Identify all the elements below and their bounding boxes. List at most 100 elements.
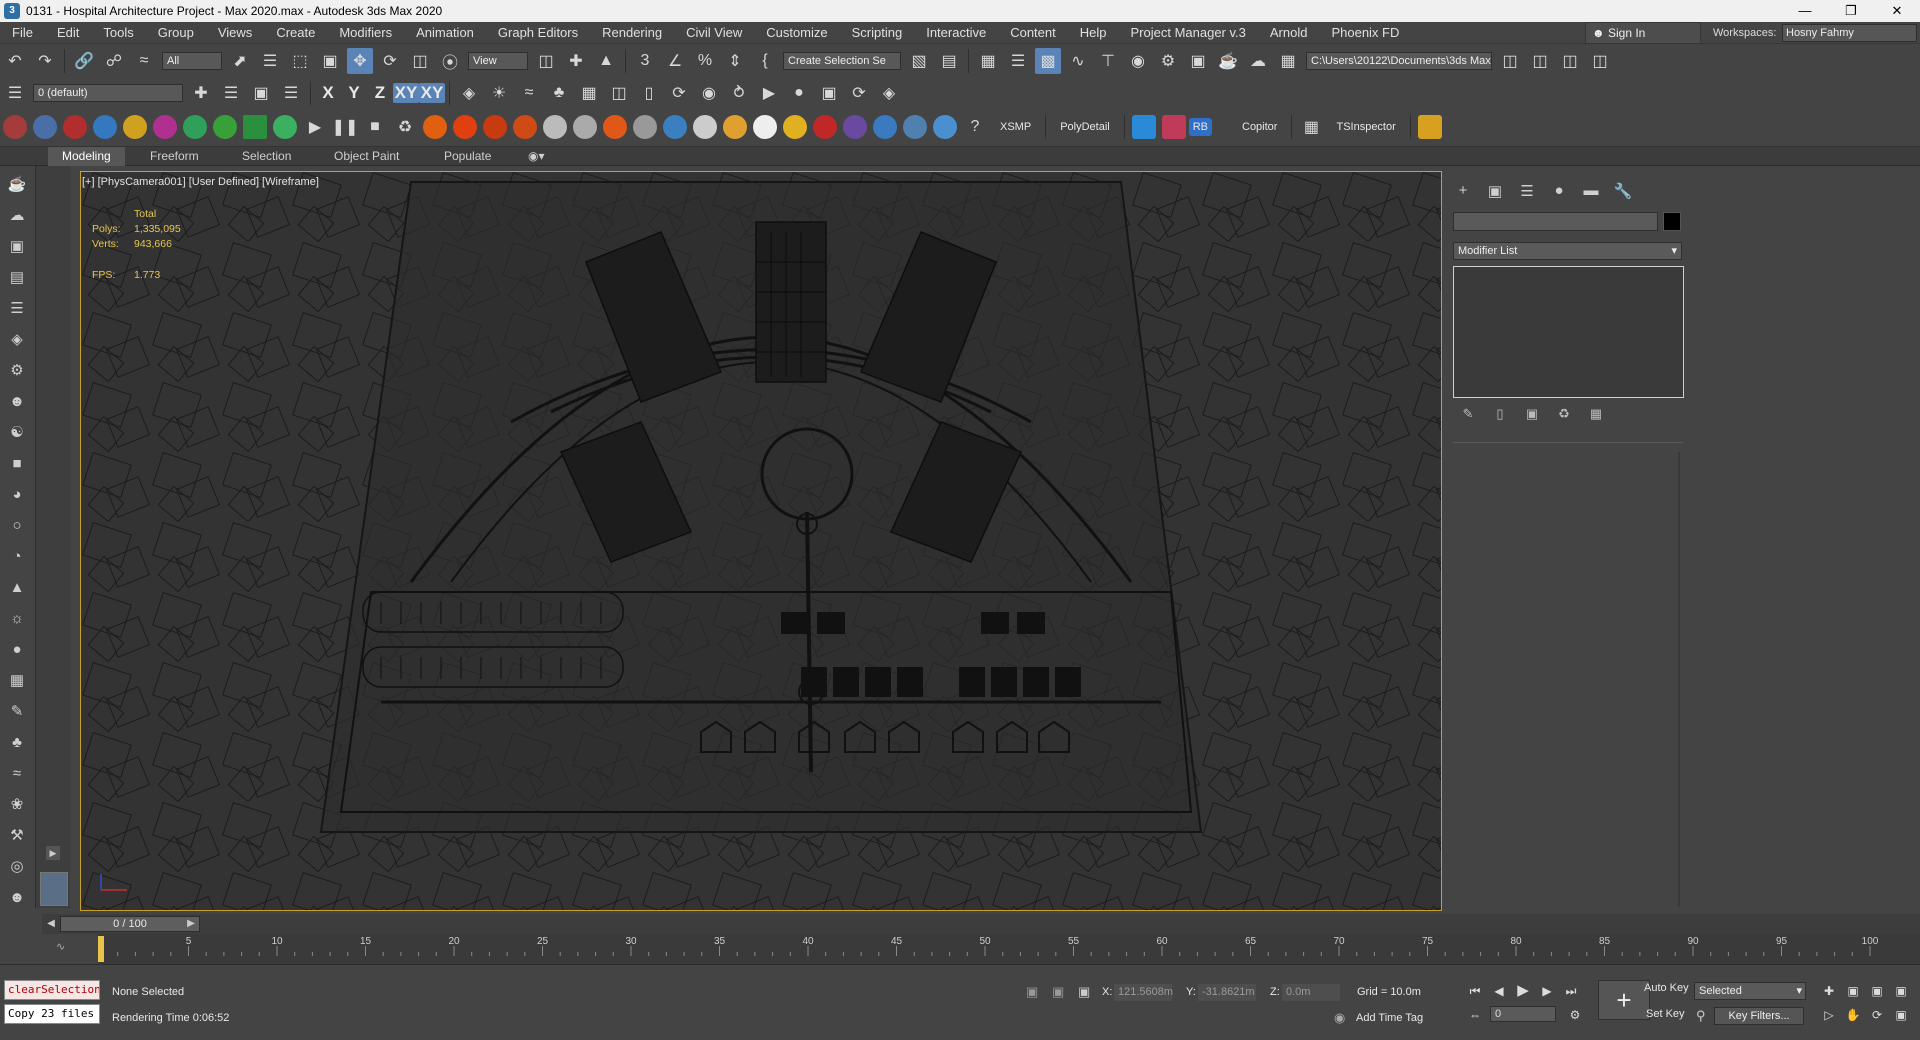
selection-filter-dropdown[interactable]: All [162, 52, 222, 70]
zoom-extents-all-icon[interactable]: ▣ [1892, 982, 1910, 1000]
tree-icon[interactable]: ♣ [546, 80, 572, 106]
viewport-label[interactable]: [+] [PhysCamera001] [User Defined] [Wire… [82, 176, 319, 188]
make-unique-icon[interactable]: ▣ [1522, 406, 1542, 424]
next-frame-icon[interactable]: ▶ [1538, 982, 1556, 1000]
viewport[interactable] [80, 171, 1442, 911]
add-to-layer-icon[interactable]: ✚ [188, 80, 214, 106]
axis-xy-alt-button[interactable]: XY [419, 83, 445, 103]
sun-icon[interactable]: ☀ [486, 80, 512, 106]
leaf-icon[interactable]: ❀ [4, 791, 30, 817]
add-time-tag[interactable]: Add Time Tag [1356, 1012, 1423, 1024]
pan-view-icon[interactable]: ✋ [1844, 1006, 1862, 1024]
create-tab-icon[interactable]: + [1452, 182, 1474, 202]
default-in-out-tangents-icon[interactable]: + [1598, 980, 1650, 1020]
play-animation-icon[interactable]: ▶ [1514, 982, 1532, 1000]
smoke-icon[interactable] [543, 115, 567, 139]
globe-icon[interactable]: ◎ [4, 853, 30, 879]
auto-key-button[interactable]: Auto Key [1644, 982, 1689, 994]
maximize-button[interactable]: ❐ [1828, 0, 1874, 22]
configure-sets-icon[interactable]: ▦ [1586, 406, 1606, 424]
cloud-icon[interactable]: ☁ [4, 202, 30, 228]
project-set-icon[interactable]: ◫ [1497, 48, 1523, 74]
bulb-icon[interactable]: ◈ [876, 80, 902, 106]
set-current-layer-icon[interactable]: ☰ [278, 80, 304, 106]
arrow-green-icon[interactable] [213, 115, 237, 139]
select-layer-icon[interactable]: ▣ [248, 80, 274, 106]
time-configuration-icon[interactable]: ⚙ [1566, 1006, 1584, 1024]
show-end-result-icon[interactable]: ▯ [1490, 406, 1510, 424]
zoom-icon[interactable]: ✚ [1820, 982, 1838, 1000]
diamond-plugin-icon[interactable] [1161, 115, 1186, 139]
axis-xy-button[interactable]: XY [393, 83, 419, 103]
menu-help[interactable]: Help [1068, 22, 1119, 44]
maximize-viewport-icon[interactable]: ▣ [1892, 1006, 1910, 1024]
modifier-stack[interactable] [1453, 266, 1684, 398]
menu-phoenix-fd[interactable]: Phoenix FD [1319, 22, 1411, 44]
x-coord-field[interactable]: 121.5608m [1114, 984, 1173, 1001]
spinner-snap-icon[interactable]: ⇕ [722, 48, 748, 74]
menu-tools[interactable]: Tools [91, 22, 145, 44]
table-icon[interactable]: ▦ [576, 80, 602, 106]
group-icon[interactable]: ☯ [4, 419, 30, 445]
list-icon[interactable]: ☰ [4, 295, 30, 321]
lock-selection-icon[interactable]: ▣ [1052, 984, 1064, 1000]
percent-snap-icon[interactable]: % [692, 48, 718, 74]
menu-project-manager[interactable]: Project Manager v.3 [1119, 22, 1258, 44]
bowl-icon[interactable] [753, 115, 777, 139]
play-preview-icon[interactable]: ▶ [756, 80, 782, 106]
menu-interactive[interactable]: Interactive [914, 22, 998, 44]
menu-civil-view[interactable]: Civil View [674, 22, 754, 44]
cup-icon[interactable] [723, 115, 747, 139]
settings-icon[interactable]: ⚙ [4, 357, 30, 383]
play-icon[interactable]: ▶ [302, 114, 328, 140]
expand-arrow-icon[interactable]: ▶ [46, 846, 60, 860]
go-to-end-icon[interactable]: ⏭ [1562, 982, 1580, 1000]
key-filters-button[interactable]: Key Filters... [1714, 1007, 1804, 1025]
menu-animation[interactable]: Animation [404, 22, 486, 44]
field-of-view-icon[interactable]: ▷ [1820, 1006, 1838, 1024]
pool-icon[interactable] [933, 115, 957, 139]
project-manage-icon[interactable]: ◫ [1587, 48, 1613, 74]
curve-editor-mini-icon[interactable]: ∿ [56, 940, 65, 953]
command-panel-scrollbar[interactable] [1678, 452, 1680, 907]
water-icon[interactable]: ≈ [516, 80, 542, 106]
mesh-red-icon[interactable] [813, 115, 837, 139]
time-slider[interactable] [42, 914, 1920, 934]
pin-stack-icon[interactable]: ✎ [1458, 406, 1478, 424]
axis-z-button[interactable]: Z [367, 83, 393, 103]
orbit-icon[interactable]: ⟳ [846, 80, 872, 106]
schematic-view-icon[interactable]: ⊤ [1095, 48, 1121, 74]
time-slider-next-icon[interactable]: ▶ [184, 916, 198, 932]
zoom-all-icon[interactable]: ▣ [1844, 982, 1862, 1000]
fire-3-icon[interactable] [483, 115, 507, 139]
key-mode-toggle-icon[interactable]: ⇔ [1466, 1006, 1484, 1024]
dome-icon[interactable]: ◕ [4, 481, 30, 507]
tsinspector-icon[interactable]: ▦ [1298, 114, 1324, 140]
rb-button[interactable]: RB [1188, 118, 1212, 136]
select-object-icon[interactable]: ⬈ [227, 48, 253, 74]
unlink-icon[interactable]: ☍ [101, 48, 127, 74]
motion-tab-icon[interactable]: ● [1548, 182, 1570, 202]
cube-red-icon[interactable] [3, 115, 27, 139]
pause-icon[interactable]: ❚❚ [332, 114, 359, 140]
previous-frame-icon[interactable]: ◀ [1490, 982, 1508, 1000]
splash-icon[interactable] [783, 115, 807, 139]
modify-tab-icon[interactable]: ▣ [1484, 182, 1506, 202]
maxscript-listener-input[interactable]: Copy 23 files [4, 1004, 100, 1024]
y-coord-field[interactable]: -31.8621m [1198, 984, 1256, 1001]
rendered-frame-window-icon[interactable]: ▣ [1185, 48, 1211, 74]
current-frame-field[interactable]: 0 [1490, 1006, 1556, 1022]
tsinspector-button[interactable]: TSInspector [1326, 121, 1405, 133]
tab-populate[interactable]: Populate [430, 147, 505, 166]
render-shortcuts-icon[interactable]: ▦ [1275, 48, 1301, 74]
object-name-field[interactable] [1453, 212, 1658, 231]
light-bulb-icon[interactable]: ◈ [456, 80, 482, 106]
hammer-icon[interactable]: ⚒ [4, 822, 30, 848]
undo-icon[interactable]: ↶ [2, 48, 28, 74]
fire-2-icon[interactable] [453, 115, 477, 139]
layer-explorer-icon[interactable]: ☰ [1005, 48, 1031, 74]
reference-coordinate-dropdown[interactable]: View [468, 52, 528, 70]
fire-4-icon[interactable] [513, 115, 537, 139]
burst-green-icon[interactable] [273, 115, 297, 139]
polydetail-button[interactable]: PolyDetail [1050, 121, 1120, 133]
